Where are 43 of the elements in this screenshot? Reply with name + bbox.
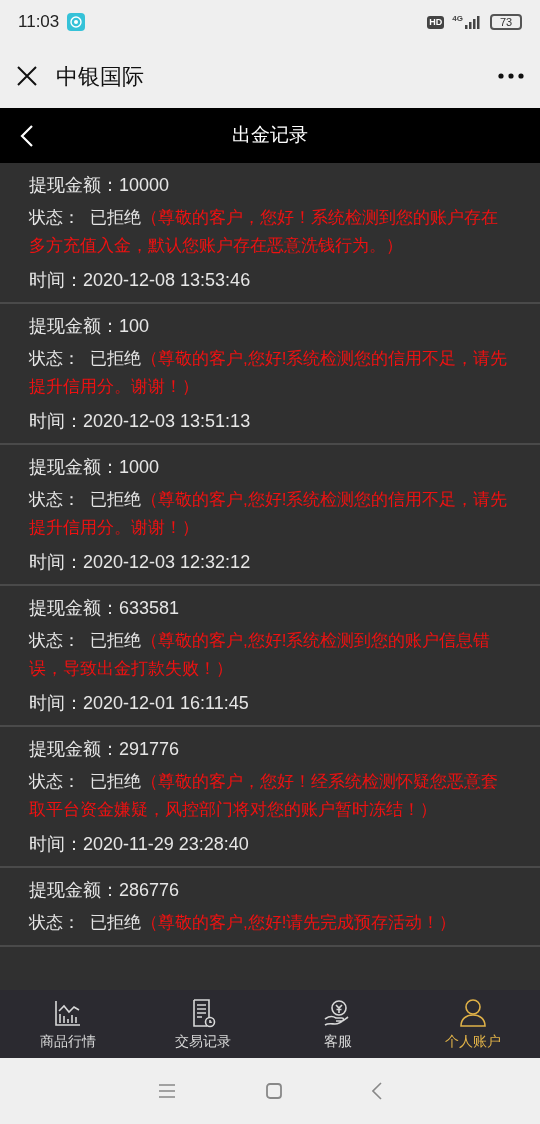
amount-value: 286776 [119,879,180,902]
time-value: 2020-12-01 16:11:45 [83,692,249,715]
amount-value: 1000 [119,456,160,479]
hd-badge: HD [427,15,445,29]
tab-item[interactable]: 客服 [270,990,405,1058]
status-text: 状态： 已拒绝（尊敬的客户,您好!请先完成预存活动！） [29,912,458,934]
status-text: 状态： 已拒绝（尊敬的客户,您好!系统检测您的信用不足，请先提升信用分。谢谢！） [29,348,509,398]
time-value: 2020-11-29 23:28:40 [83,833,249,856]
amount-value: 10000 [119,174,170,197]
time-label: 时间： [29,269,83,292]
time-label: 时间： [29,692,83,715]
page-title: 中银国际 [56,62,145,91]
network-type: 4G [452,15,463,23]
tab-item[interactable]: 商品行情 [0,990,135,1058]
app-notification-icon [67,13,86,31]
close-icon[interactable] [16,65,38,87]
time-value: 2020-12-03 12:32:12 [83,551,251,574]
amount-label: 提现金额： [29,879,119,902]
amount-value: 100 [119,315,150,338]
amount-label: 提现金额： [29,738,119,761]
amount-label: 提现金额： [29,174,119,197]
amount-label: 提现金额： [29,597,119,620]
status-text: 状态： 已拒绝（尊敬的客户,您好!系统检测您的信用不足，请先提升信用分。谢谢！） [29,489,509,539]
time-label: 时间： [29,410,83,433]
time-value: 2020-12-08 13:53:46 [83,269,251,292]
status-text: 状态： 已拒绝（尊敬的客户，您好！经系统检测怀疑您恶意套取平台资金嫌疑，风控部门将对您的账户暂时冻结！） [29,771,499,821]
status-text: 状态： 已拒绝（尊敬的客户,您好!系统检测到您的账户信息错误，导致出金打款失败！） [29,630,492,680]
signal-icon [464,15,482,29]
amount-value: 633581 [119,597,180,620]
status-time: 11:03 [18,11,60,34]
time-label: 时间： [29,833,83,856]
amount-label: 提现金额： [29,456,119,479]
time-value: 2020-12-03 13:51:13 [83,410,251,433]
tab-item[interactable]: 交易记录 [135,990,270,1058]
more-icon[interactable] [498,73,524,79]
home-icon[interactable] [266,1083,282,1099]
tab-item[interactable]: 个人账户 [405,990,540,1058]
time-label: 时间： [29,551,83,574]
status-text: 状态： 已拒绝（尊敬的客户，您好！系统检测到您的账户存在多方充值入金，默认您账户存在恶意洗钱行为。） [29,207,499,257]
amount-value: 291776 [119,738,180,761]
amount-label: 提现金额： [29,315,119,338]
battery-indicator: 73 [490,14,522,30]
nav-title: 出金记录 [232,123,308,148]
